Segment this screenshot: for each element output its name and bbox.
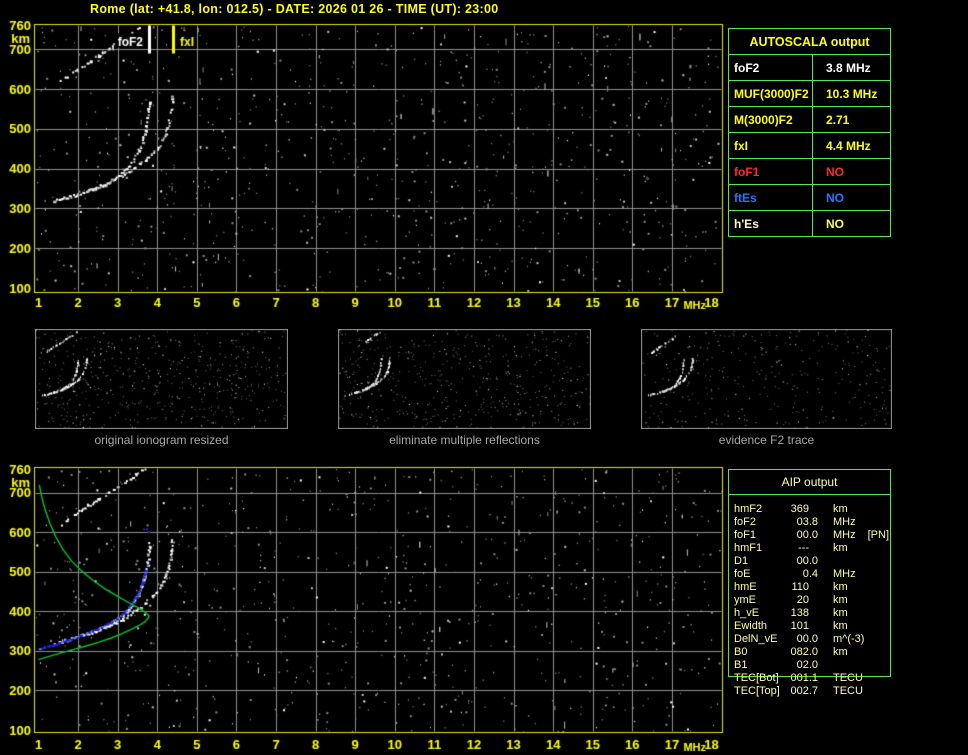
aip-row-value: 00.0 [796,528,818,541]
aip-row-unit: m^(-3) [833,632,865,645]
autoscala-row: foF2 3.8 MHz [729,55,890,80]
aip-row: Ewidth 101 km [734,619,894,632]
aip-row: hmE 110 km [734,580,894,593]
aip-row-value: 20 [796,593,809,606]
thumbnail-canvas-2 [338,329,591,429]
aip-row: TEC[Top] 002.7 TECU [734,684,894,697]
autoscala-row-value: NO [826,216,844,231]
autoscala-row-value: 3.8 MHz [826,60,871,75]
autoscala-row: MUF(3000)F2 10.3 MHz [729,80,890,106]
aip-row: foF2 03.8 MHz [734,515,894,528]
autoscala-row: h'Es NO [729,210,890,236]
aip-row-label: TEC[Top] [734,684,780,697]
autoscala-row: fxI 4.4 MHz [729,132,890,158]
aip-row-value: 03.8 [796,515,818,528]
aip-row-note: [PN] [867,528,890,541]
autoscala-row-label: M(3000)F2 [729,107,813,132]
autoscala-row: ftEs NO [729,184,890,210]
autoscala-row-label: foF1 [729,159,813,184]
autoscala-row-label: ftEs [729,185,813,210]
aip-row-label: TEC[Bot] [734,671,779,684]
aip-row-value: 110 [791,580,809,593]
aip-row-label: Ewidth [734,619,768,632]
bottom-ionogram-canvas [0,462,732,755]
aip-row: hmF1 --- km [734,541,894,554]
aip-row-label: B1 [734,658,748,671]
aip-row: B0 082.0 km [734,645,894,658]
aip-row: foE 0.4 MHz [734,567,894,580]
aip-row-value: 02.0 [796,658,818,671]
aip-row-label: D1 [734,554,749,567]
aip-row-unit: TECU [833,671,863,684]
aip-row-value: 002.7 [790,684,818,697]
aip-row-label: ymE [734,593,756,606]
autoscala-row-value: 10.3 MHz [826,86,878,101]
aip-row-unit: km [833,580,848,593]
aip-row: D1 00.0 [734,554,894,567]
aip-row-unit: km [833,645,848,658]
thumbnail-canvas-1 [35,329,288,429]
aip-row-label: hmE [734,580,757,593]
aip-row-label: foE [734,567,751,580]
aip-row-label: B0 [734,645,748,658]
autoscala-row: M(3000)F2 2.71 [729,106,890,132]
aip-row-value: 00.0 [796,554,818,567]
aip-row-value: 101 [790,619,809,632]
thumbnail-canvas-3 [641,329,892,429]
aip-row-unit: TECU [833,684,863,697]
aip-row-value: 00.0 [796,632,818,645]
aip-row-label: h_vE [734,606,760,619]
aip-row-label: hmF2 [734,502,763,515]
autoscala-row-value: NO [826,164,844,179]
aip-row: foF1 00.0 MHz [PN] [734,528,894,541]
aip-row-unit: km [833,541,848,554]
autoscala-row-value: 2.71 [826,112,850,127]
thumbnail-caption-1: original ionogram resized [94,433,229,447]
aip-row-label: foF1 [734,528,757,541]
autoscala-row-value: NO [826,190,844,205]
autoscala-row-label: foF2 [729,55,813,80]
aip-row: ymE 20 km [734,593,894,606]
aip-row-unit: MHz [833,567,856,580]
thumbnail-caption-2: eliminate multiple reflections [389,433,540,447]
aip-row-value: 0.4 [802,567,818,580]
autoscala-row-value: 4.4 MHz [826,138,871,153]
autoscala-panel: AUTOSCALA output foF2 3.8 MHz MUF(3000)F2 1… [728,28,891,237]
aip-row-unit: km [833,606,848,619]
thumbnail-caption-3: evidence F2 trace [718,433,815,447]
aip-row-unit: km [833,593,848,606]
aip-row-unit: km [833,502,848,515]
autoscala-row: foF1 NO [729,158,890,184]
aip-row: DelN_vE 00.0 m^(-3) [734,632,894,645]
aip-row-label: hmF1 [734,541,763,554]
aip-row-unit: MHz [833,528,856,541]
aip-row-label: DelN_vE [734,632,778,645]
autoscala-screen: { "header": { "title": "Rome (lat: +41.8… [0,0,968,755]
autoscala-row-label: fxI [729,133,813,158]
top-ionogram-canvas [0,18,732,318]
autoscala-panel-title: AUTOSCALA output [729,29,890,55]
page-title: Rome (lat: +41.8, lon: 012.5) - DATE: 20… [90,2,499,16]
autoscala-rows: foF2 3.8 MHz MUF(3000)F2 10.3 MHz M(3000)F2 2… [729,55,890,236]
aip-row-unit: km [833,619,848,632]
aip-row-value: 001.1 [790,671,818,684]
aip-row-value: 082.0 [790,645,818,658]
aip-row-value: 138 [790,606,809,619]
aip-row: h_vE 138 km [734,606,894,619]
aip-row: TEC[Bot] 001.1 TECU [734,671,894,684]
aip-panel-title: AIP output [729,470,890,495]
autoscala-row-label: MUF(3000)F2 [729,81,813,106]
aip-row-value: --- [798,541,809,554]
aip-rows: hmF2 369 km foF2 03.8 MHz foF1 00.0 MHz [PN] hmF1 -… [734,502,894,697]
aip-row-label: foF2 [734,515,757,528]
aip-row-unit: MHz [833,515,856,528]
aip-row-value: 369 [790,502,809,515]
aip-row: hmF2 369 km [734,502,894,515]
aip-row: B1 02.0 [734,658,894,671]
autoscala-row-label: h'Es [729,211,813,236]
